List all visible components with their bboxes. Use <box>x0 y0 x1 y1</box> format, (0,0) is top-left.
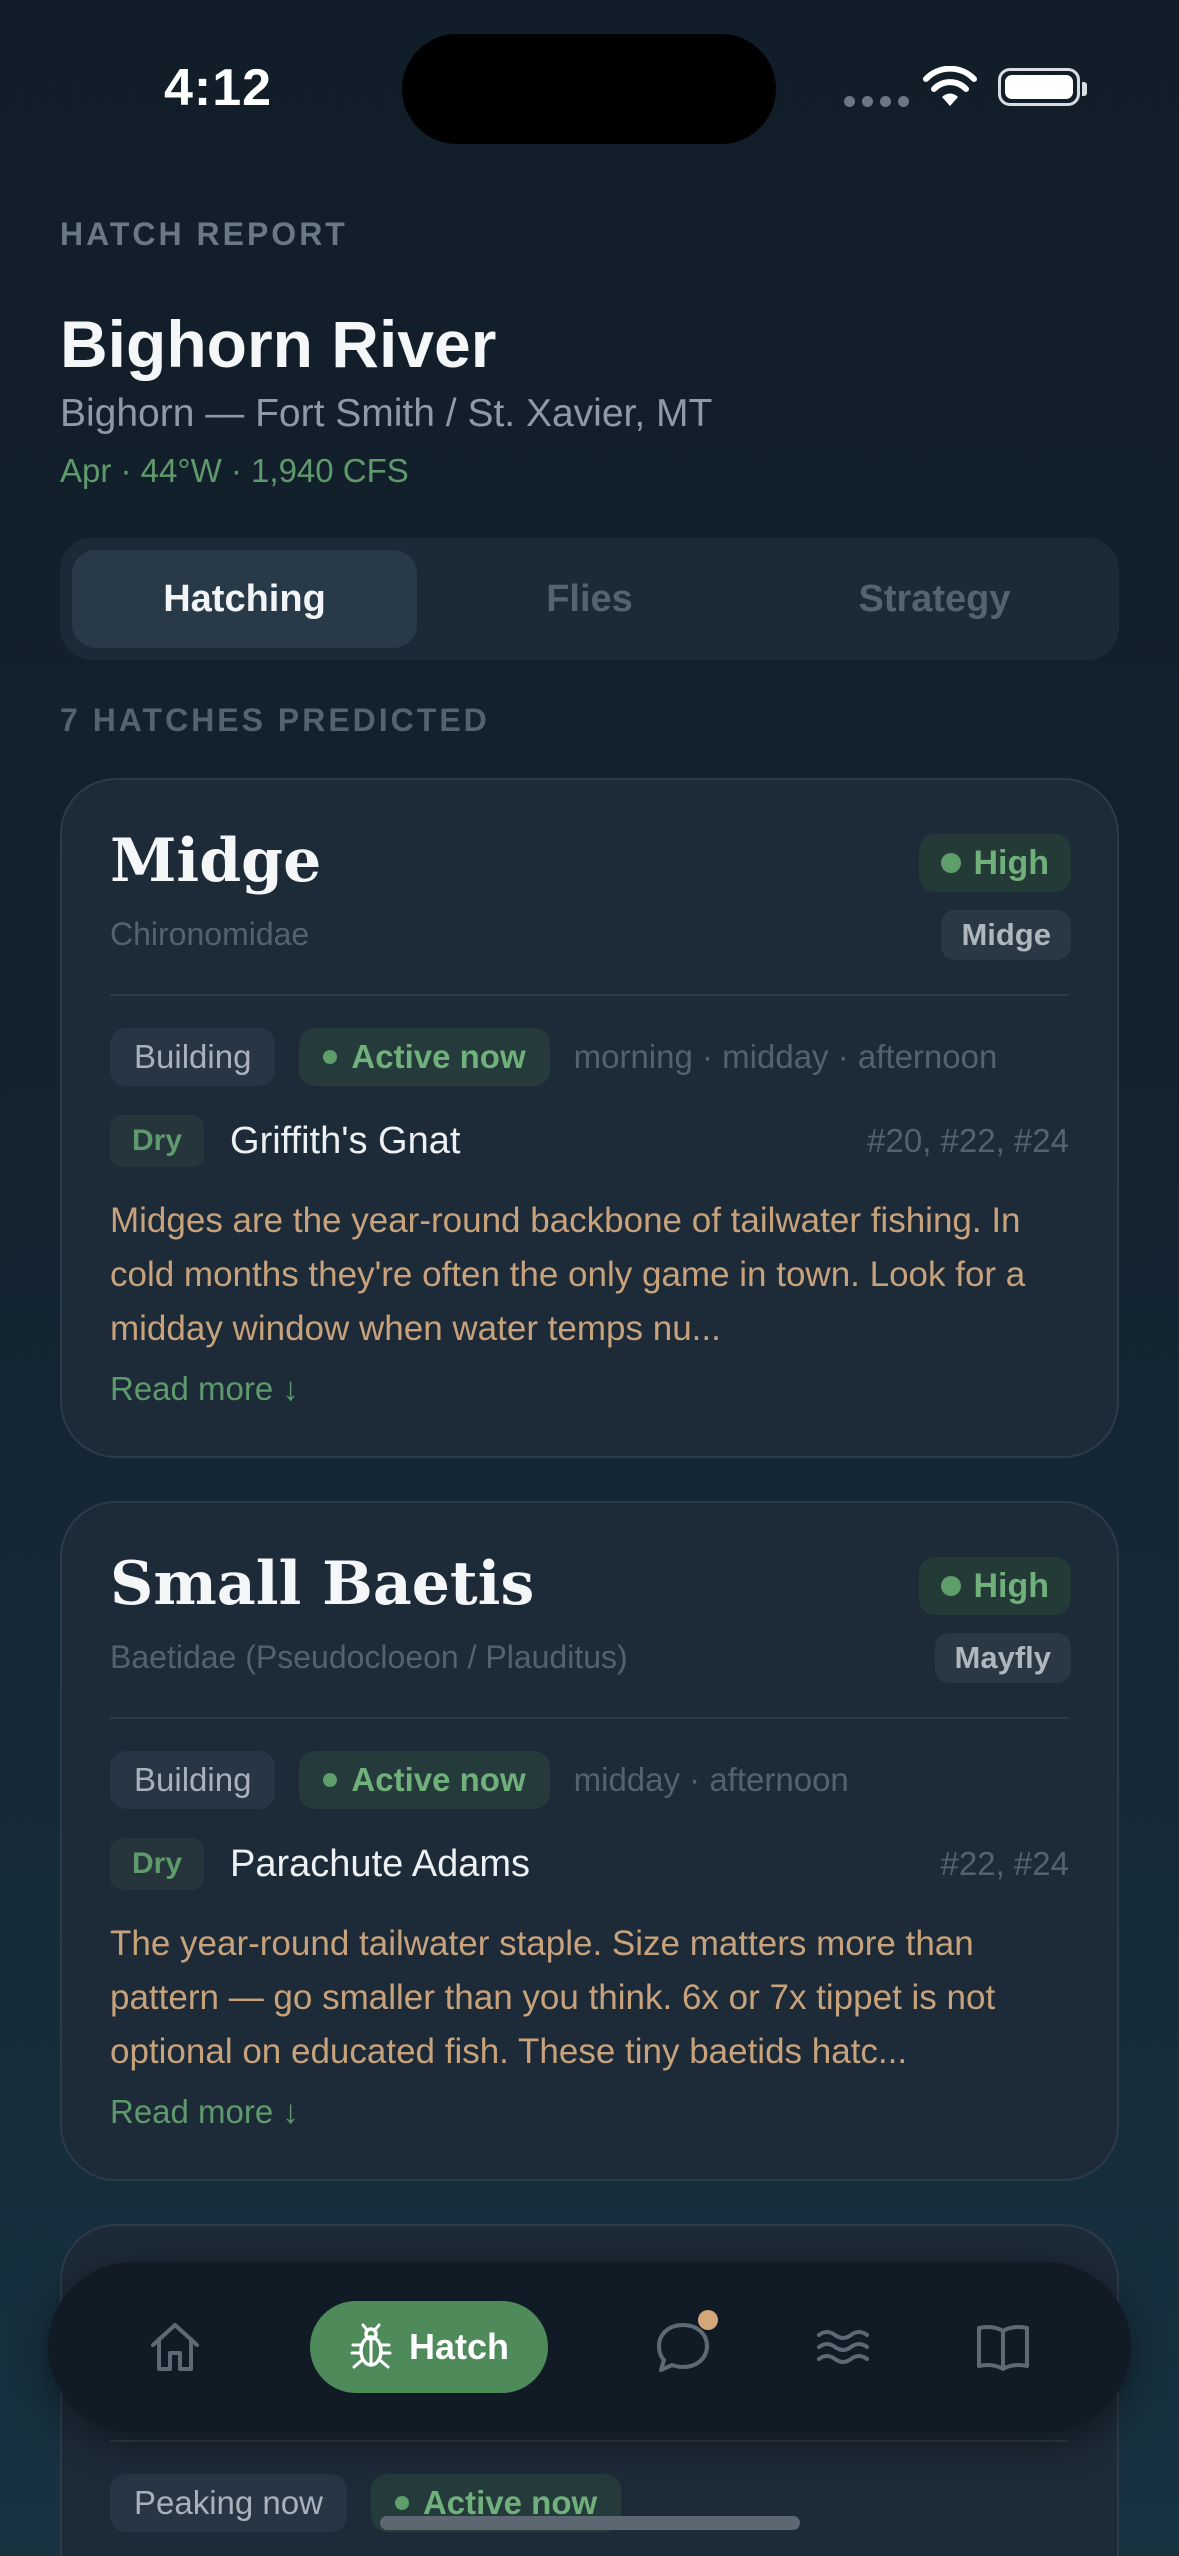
conditions-meta: Apr · 44°W · 1,940 CFS <box>60 452 409 489</box>
status-bar: 4:12 <box>0 0 1179 150</box>
hatch-description: Midges are the year-round backbone of ta… <box>110 1201 1026 1348</box>
fly-name: Griffith's Gnat <box>230 1119 461 1162</box>
card-divider <box>110 994 1069 996</box>
fly-name: Parachute Adams <box>230 1842 530 1885</box>
nav-water[interactable] <box>804 2308 882 2386</box>
likelihood-badge: High <box>919 1557 1071 1615</box>
hatch-times: morning · midday · afternoon <box>573 1038 998 1075</box>
fly-type-tag: Dry <box>110 1838 205 1890</box>
fly-recommendation: Dry Parachute Adams #22, #24 <box>110 1837 1069 1891</box>
fly-type-tag: Dry <box>110 1115 205 1167</box>
bottom-nav: Hatch <box>48 2262 1131 2432</box>
location-subtitle: Bighorn — Fort Smith / St. Xavier, MT <box>60 392 713 435</box>
hatch-count-label: 7 HATCHES PREDICTED <box>60 702 490 738</box>
card-divider <box>110 1717 1069 1719</box>
page-title: Bighorn River <box>60 307 497 381</box>
likelihood-dot-icon <box>941 1576 962 1596</box>
hatch-times: midday · afternoon <box>573 1761 849 1798</box>
fly-recommendation: Dry Griffith's Gnat #20, #22, #24 <box>110 1114 1069 1168</box>
likelihood-label: High <box>973 1566 1049 1605</box>
tab-hatching[interactable]: Hatching <box>72 550 417 648</box>
nav-messages[interactable] <box>644 2308 722 2386</box>
book-icon <box>977 2325 1029 2371</box>
view-tabs: Hatching Flies Strategy <box>60 538 1119 660</box>
hatch-status-row: Building Active now midday · afternoon <box>110 1751 849 1809</box>
hatch-status-row: Building Active now morning · midday · a… <box>110 1028 997 1086</box>
active-dot-icon <box>394 2496 409 2510</box>
hatch-latin-name: Baetidae (Pseudocloeon / Plauditus) <box>110 1639 628 1675</box>
insect-type-badge: Mayfly <box>934 1633 1071 1683</box>
active-status-label: Active now <box>351 1038 526 1075</box>
likelihood-label: High <box>973 843 1049 882</box>
home-icon <box>151 2323 199 2371</box>
nav-hatch[interactable]: Hatch <box>310 2301 548 2393</box>
cellular-signal-icon <box>844 96 909 107</box>
active-dot-icon <box>323 1773 338 1787</box>
active-dot-icon <box>323 1050 338 1064</box>
tab-flies[interactable]: Flies <box>417 550 762 648</box>
home-indicator[interactable] <box>380 2516 800 2530</box>
bug-icon <box>350 2323 392 2369</box>
likelihood-dot-icon <box>941 853 962 873</box>
battery-icon <box>998 68 1087 106</box>
hatch-card-small-baetis[interactable]: Small Baetis Baetidae (Pseudocloeon / Pl… <box>60 1501 1119 2181</box>
tab-strategy[interactable]: Strategy <box>762 550 1107 648</box>
status-time: 4:12 <box>164 59 273 117</box>
hatch-card-midge[interactable]: Midge Chironomidae High Midge Building A… <box>60 778 1119 1458</box>
water-icon <box>817 2330 869 2364</box>
active-status-chip: Active now <box>299 1028 550 1086</box>
stage-chip: Peaking now <box>110 2474 347 2532</box>
hatch-name: Midge <box>110 826 322 896</box>
active-status-chip: Active now <box>299 1751 550 1809</box>
report-eyebrow: HATCH REPORT <box>60 216 348 252</box>
read-more-link[interactable]: Read more ↓ <box>110 1370 299 1408</box>
insect-type-badge: Midge <box>941 910 1071 960</box>
nav-home[interactable] <box>136 2308 214 2386</box>
stage-chip: Building <box>110 1751 276 1809</box>
wifi-icon <box>923 66 977 106</box>
fly-sizes: #22, #24 <box>940 1845 1069 1882</box>
card-divider <box>110 2440 1069 2442</box>
hatch-name: Small Baetis <box>110 1549 535 1619</box>
active-status-label: Active now <box>351 1761 526 1798</box>
hatch-description: The year-round tailwater staple. Size ma… <box>110 1924 996 2071</box>
likelihood-badge: High <box>919 834 1071 892</box>
notification-badge <box>698 2310 718 2330</box>
fly-sizes: #20, #22, #24 <box>867 1122 1069 1159</box>
dynamic-island <box>402 34 776 144</box>
stage-chip: Building <box>110 1028 276 1086</box>
nav-journal[interactable] <box>964 2308 1042 2386</box>
hatch-latin-name: Chironomidae <box>110 916 310 952</box>
read-more-link[interactable]: Read more ↓ <box>110 2093 299 2131</box>
nav-hatch-label: Hatch <box>408 2326 510 2367</box>
